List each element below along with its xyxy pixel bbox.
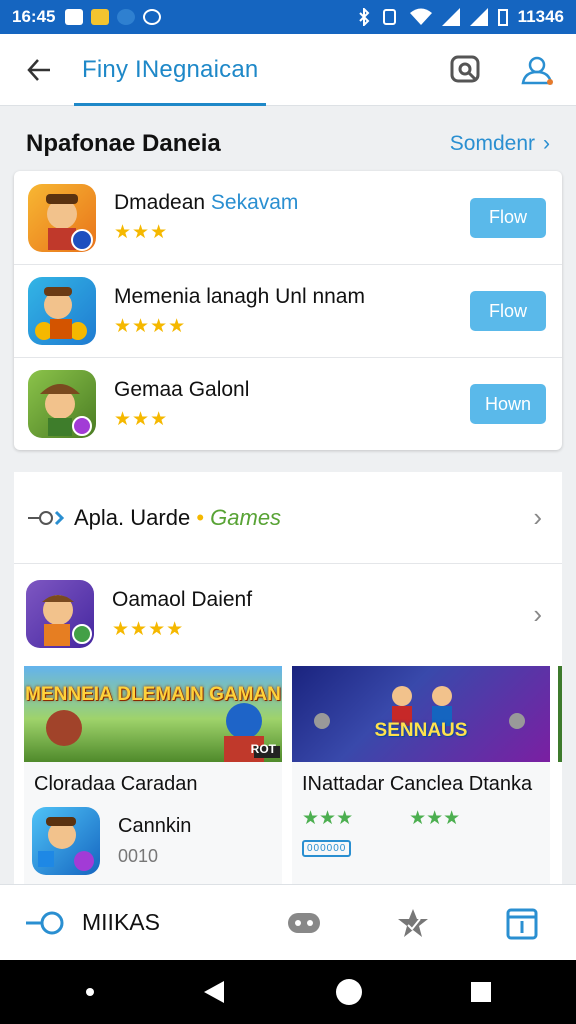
wifi-icon xyxy=(409,8,432,25)
bottom-nav: MIIKAS xyxy=(0,884,576,960)
flow-button[interactable]: Flow xyxy=(470,291,546,331)
list-item[interactable]: Memenia lanagh Unl nnam ★★★★ Flow xyxy=(14,264,562,357)
app-name: Dmadean Sekavam xyxy=(114,191,299,214)
status-battery: 11346 xyxy=(517,7,564,26)
app-avatar xyxy=(32,807,100,875)
banner-caption: Cloradaa Caradan xyxy=(34,773,198,795)
page-title: Finy INegnaican xyxy=(82,55,259,83)
battery-icon xyxy=(497,9,508,26)
flow-button[interactable]: Flow xyxy=(470,197,546,238)
back-triangle-icon[interactable] xyxy=(202,979,228,1005)
nav-games[interactable] xyxy=(250,908,359,938)
featured-game[interactable]: Oamaol Daienf ★★★★ › xyxy=(14,574,562,654)
rating-stars: ★★★★ xyxy=(114,315,187,337)
banner-caption: INattadar Canclea Dtanka xyxy=(302,773,533,795)
account-icon[interactable] xyxy=(520,54,554,86)
search-icon[interactable] xyxy=(450,54,482,86)
app-avatar xyxy=(28,277,96,345)
banner-image: SENNAUS xyxy=(292,666,550,762)
nav-home-label: MIIKAS xyxy=(82,909,160,935)
overview-square-icon[interactable] xyxy=(469,980,493,1004)
rating-stars: ★★★ xyxy=(114,408,169,430)
system-nav-bar xyxy=(0,960,576,1024)
flow-button[interactable]: Hown xyxy=(470,384,546,424)
banner-card[interactable]: MENNEIA DLEMAIN GAMAN ROT Cloradaa Carad… xyxy=(24,666,282,884)
nav-home[interactable]: MIIKAS xyxy=(0,909,250,936)
app-avatar xyxy=(28,370,96,438)
notification-icon xyxy=(65,9,84,25)
nav-library[interactable] xyxy=(467,906,576,940)
game-art-icon xyxy=(314,686,525,729)
signal-icon xyxy=(441,8,460,26)
game-character-icon xyxy=(40,384,92,436)
gamepad-icon xyxy=(288,912,321,933)
banner-badge: ROT xyxy=(250,742,276,756)
banner-image: MENNEIA DLEMAIN GAMAN ROT xyxy=(24,666,282,762)
list-item[interactable]: Dmadean Sekavam ★★★ Flow xyxy=(14,171,562,264)
section-header: Npafonae Daneia Somdenr › xyxy=(0,118,576,170)
chevron-right-icon: › xyxy=(543,132,550,155)
app-name: Memenia lanagh Unl nnam xyxy=(114,284,365,308)
status-bar: 16:45 11346 xyxy=(0,0,576,34)
app-bar: Finy INegnaican xyxy=(0,34,576,106)
banner-tag: 000000 xyxy=(302,840,352,857)
banner-art-title: SENNAUS xyxy=(374,720,468,741)
chevron-right-icon[interactable]: › xyxy=(533,502,542,533)
see-more-link[interactable]: Somdenr › xyxy=(450,132,550,156)
games-label: Apla. Uarde • Games xyxy=(74,504,282,530)
app-name: Oamaol Daienf xyxy=(112,587,253,611)
banner-card[interactable]: SENNAUS INattadar Canclea Dtanka ★★★ ★★★… xyxy=(292,666,550,884)
calendar-icon xyxy=(506,908,538,939)
back-button[interactable] xyxy=(0,57,78,83)
nav-favorites[interactable] xyxy=(359,907,468,939)
game-character-icon xyxy=(35,287,87,340)
banner-art-title: MENNEIA DLEMAIN GAMAN xyxy=(25,684,281,705)
tab-title[interactable]: Finy INegnaican xyxy=(74,34,267,106)
next-banner-peek xyxy=(558,666,562,762)
app-name: Gemaa Galonl xyxy=(114,377,250,401)
rating-stars: ★★★ ★★★ xyxy=(302,808,461,829)
tab-indicator xyxy=(74,102,267,106)
app-name: Cannkin xyxy=(118,815,192,837)
game-character-icon xyxy=(42,595,92,646)
game-art-icon xyxy=(46,703,280,762)
vibrate-icon xyxy=(382,9,396,25)
arrow-left-icon xyxy=(27,58,50,81)
signal-icon xyxy=(469,8,488,26)
app-list-card: Dmadean Sekavam ★★★ Flow Memenia lanagh … xyxy=(14,171,562,450)
notification-icon xyxy=(91,9,110,25)
notification-icon xyxy=(143,9,162,25)
home-link-icon xyxy=(26,911,64,934)
list-item[interactable]: Gemaa Galonl ★★★ Hown xyxy=(14,357,562,450)
bluetooth-icon xyxy=(358,8,370,26)
banner-app[interactable]: Cannkin 0010 xyxy=(24,797,282,875)
link-icon xyxy=(28,510,65,525)
rating-stars: ★★★★ xyxy=(112,618,185,640)
app-avatar xyxy=(28,183,96,252)
section-heading: Npafonae Daneia xyxy=(26,130,221,157)
see-more-label: Somdenr xyxy=(449,132,535,155)
status-time: 16:45 xyxy=(12,7,56,26)
games-card: Apla. Uarde • Games › Oamaol Daienf ★★★★… xyxy=(14,472,562,884)
app-subtitle: 0010 xyxy=(118,846,159,866)
rating-stars: ★★★ xyxy=(114,222,169,243)
star-badge-icon xyxy=(398,908,428,937)
game-character-icon xyxy=(38,817,94,871)
app-avatar xyxy=(26,580,94,648)
games-header[interactable]: Apla. Uarde • Games › xyxy=(14,472,562,564)
banner-carousel[interactable]: MENNEIA DLEMAIN GAMAN ROT Cloradaa Carad… xyxy=(24,666,562,884)
home-circle-icon[interactable] xyxy=(334,977,364,1007)
notification-icon xyxy=(117,9,136,25)
chevron-right-icon[interactable]: › xyxy=(533,599,542,630)
recent-dot-icon[interactable] xyxy=(83,985,97,999)
game-character-icon xyxy=(46,193,93,251)
